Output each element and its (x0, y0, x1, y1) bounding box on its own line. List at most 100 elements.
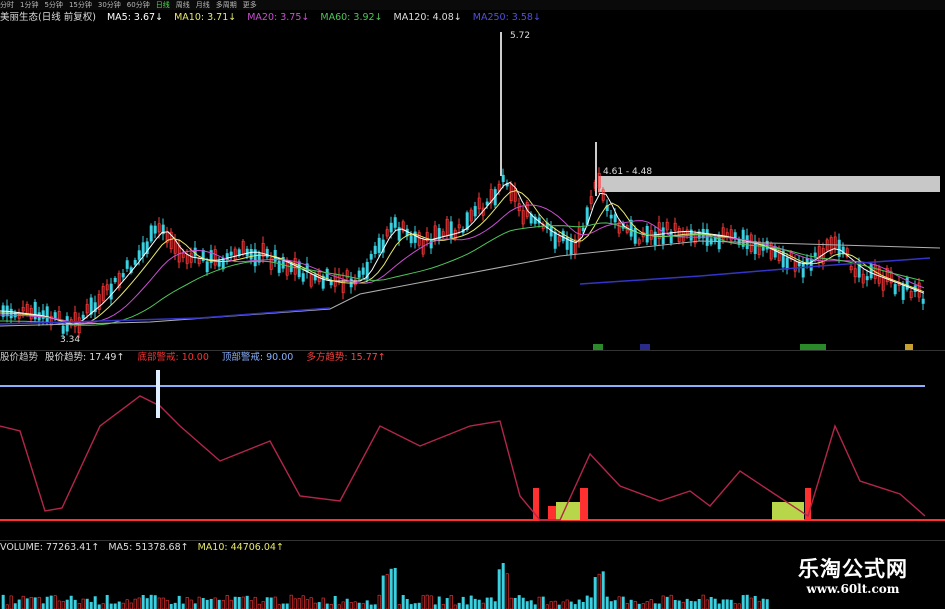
volume-bar (609, 601, 613, 609)
price-chart[interactable]: 4.61 - 4.48 5.72 3.34 (0, 26, 945, 351)
volume-bar (293, 598, 297, 609)
candle-body (561, 230, 565, 242)
peak-marker (156, 370, 160, 418)
volume-bar (249, 600, 253, 609)
volume-bar (345, 598, 349, 609)
volume-bar (673, 599, 677, 609)
ma10-label: MA10: 3.71↓ (174, 12, 237, 23)
volume-bar (617, 596, 621, 609)
candle-body (785, 257, 789, 270)
volume-bar (741, 595, 745, 609)
period-tab-9[interactable]: 多周期 (216, 0, 237, 10)
candle-body (149, 225, 153, 242)
trend-line (0, 395, 926, 521)
volume-bar (465, 604, 469, 609)
volume-ma10: MA10: 44706.04↑ (197, 542, 284, 553)
volume-bar (237, 596, 241, 609)
volume-bar (333, 595, 337, 609)
volume-bar (421, 595, 425, 609)
volume-bar (749, 597, 753, 609)
volume-bar (93, 596, 97, 609)
ma60-label: MA60: 3.92↓ (320, 12, 383, 23)
volume-bar (437, 596, 441, 609)
volume-bar (661, 595, 665, 609)
period-tab-1[interactable]: 1分钟 (20, 0, 38, 10)
candle-body (121, 273, 125, 278)
volume-bar (605, 596, 609, 609)
period-tab-4[interactable]: 30分钟 (98, 0, 121, 10)
candle-body (125, 260, 129, 269)
period-tab-8[interactable]: 月线 (196, 0, 210, 10)
volume-bar (621, 596, 625, 609)
volume-bar (289, 594, 293, 609)
candle-body (369, 254, 373, 260)
candle-body (357, 270, 361, 278)
volume-bar (577, 599, 581, 609)
volume-bar (353, 601, 357, 609)
volume-bar (77, 603, 81, 609)
volume-bar (193, 603, 197, 609)
candle-body (869, 264, 873, 279)
candle-body (373, 245, 377, 255)
candle-body (361, 267, 365, 275)
period-tab-6[interactable]: 日线 (156, 0, 170, 10)
volume-bar (209, 598, 213, 609)
candle-body (133, 259, 137, 265)
volume-bar (473, 598, 477, 609)
volume-bar (201, 598, 205, 609)
volume-bar (441, 603, 445, 609)
volume-bar (81, 598, 85, 609)
volume-bar (45, 596, 49, 609)
volume-bar (513, 597, 517, 609)
signal-bar (548, 506, 556, 520)
period-tab-5[interactable]: 60分钟 (127, 0, 150, 10)
volume-bar (365, 600, 369, 609)
volume-bar (309, 597, 313, 609)
volume-bar (525, 601, 529, 609)
volume-value: VOLUME: 77263.41↑ (0, 542, 100, 553)
candle-body (501, 174, 505, 182)
volume-bar (17, 599, 21, 609)
indicator-name: 股价趋势 (0, 352, 39, 363)
range-label: 4.61 - 4.48 (603, 167, 652, 177)
volume-bar (709, 596, 713, 609)
volume-bar (225, 595, 229, 609)
volume-bar (753, 595, 757, 609)
candle-body (613, 214, 617, 223)
volume-bar (241, 596, 245, 609)
volume-bar (325, 603, 329, 609)
volume-bar (405, 599, 409, 609)
volume-bar (169, 603, 173, 609)
volume-bar (585, 595, 589, 609)
period-tab-2[interactable]: 5分钟 (44, 0, 62, 10)
volume-bar (497, 569, 501, 609)
ma20-label: MA20: 3.75↓ (247, 12, 310, 23)
candle-body (409, 235, 413, 244)
volume-bar (125, 599, 129, 609)
volume-bar (593, 577, 597, 609)
candle-body (437, 228, 441, 241)
period-tab-10[interactable]: 更多 (243, 0, 257, 10)
volume-bar (613, 600, 617, 609)
volume-bar (417, 602, 421, 609)
volume-bar (233, 596, 237, 609)
period-tab-3[interactable]: 15分钟 (69, 0, 92, 10)
volume-bar (173, 602, 177, 609)
period-tab-0[interactable]: 分时 (0, 0, 14, 10)
volume-bar (257, 603, 261, 609)
volume-bar (693, 601, 697, 609)
volume-bar (529, 600, 533, 609)
volume-bar (701, 594, 705, 609)
volume-bar (61, 601, 65, 609)
volume-bar (505, 573, 509, 609)
candle-body (61, 325, 65, 334)
volume-bar (145, 598, 149, 609)
indicator-value: 股价趋势: 17.49↑ (45, 352, 125, 363)
volume-bar (261, 601, 265, 609)
period-tab-7[interactable]: 周线 (176, 0, 190, 10)
volume-bar (657, 603, 661, 609)
volume-bar (629, 599, 633, 609)
trend-indicator-chart[interactable] (0, 366, 945, 541)
volume-bar (349, 602, 353, 609)
volume-bar (121, 602, 125, 609)
